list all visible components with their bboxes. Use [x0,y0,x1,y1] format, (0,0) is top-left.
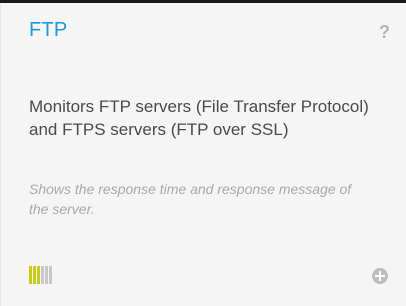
plus-circle-icon[interactable] [372,268,388,284]
performance-bar-filled [37,266,40,284]
help-icon[interactable]: ? [379,23,390,41]
card-title: FTP [29,19,68,41]
sensor-card[interactable]: FTP ? Monitors FTP servers (File Transfe… [0,3,406,306]
card-note: Shows the response time and response mes… [29,181,352,217]
performance-bar-filled [29,266,32,284]
performance-impact-bars [29,266,52,284]
performance-bar-empty [41,266,44,284]
performance-bar-empty [49,266,52,284]
performance-bar-filled [33,266,36,284]
performance-bar-empty [45,266,48,284]
card-description: Monitors FTP servers (File Transfer Prot… [29,97,369,139]
